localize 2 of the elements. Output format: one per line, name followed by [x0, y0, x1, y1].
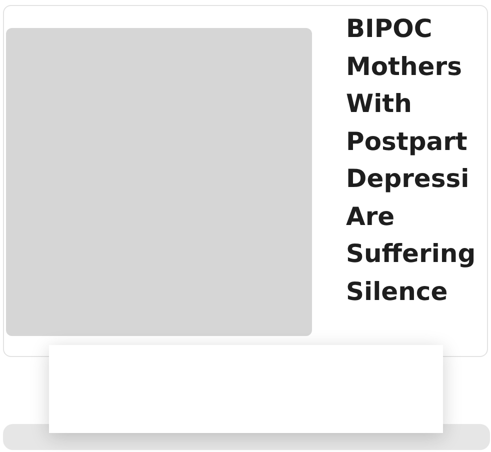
article-title[interactable]: BIPOC Mothers With Postpart Depressi Are Suffering Silence — [346, 10, 476, 310]
article-card[interactable]: BIPOC Mothers With Postpart Depressi Are Suffering Silence — [3, 5, 488, 357]
